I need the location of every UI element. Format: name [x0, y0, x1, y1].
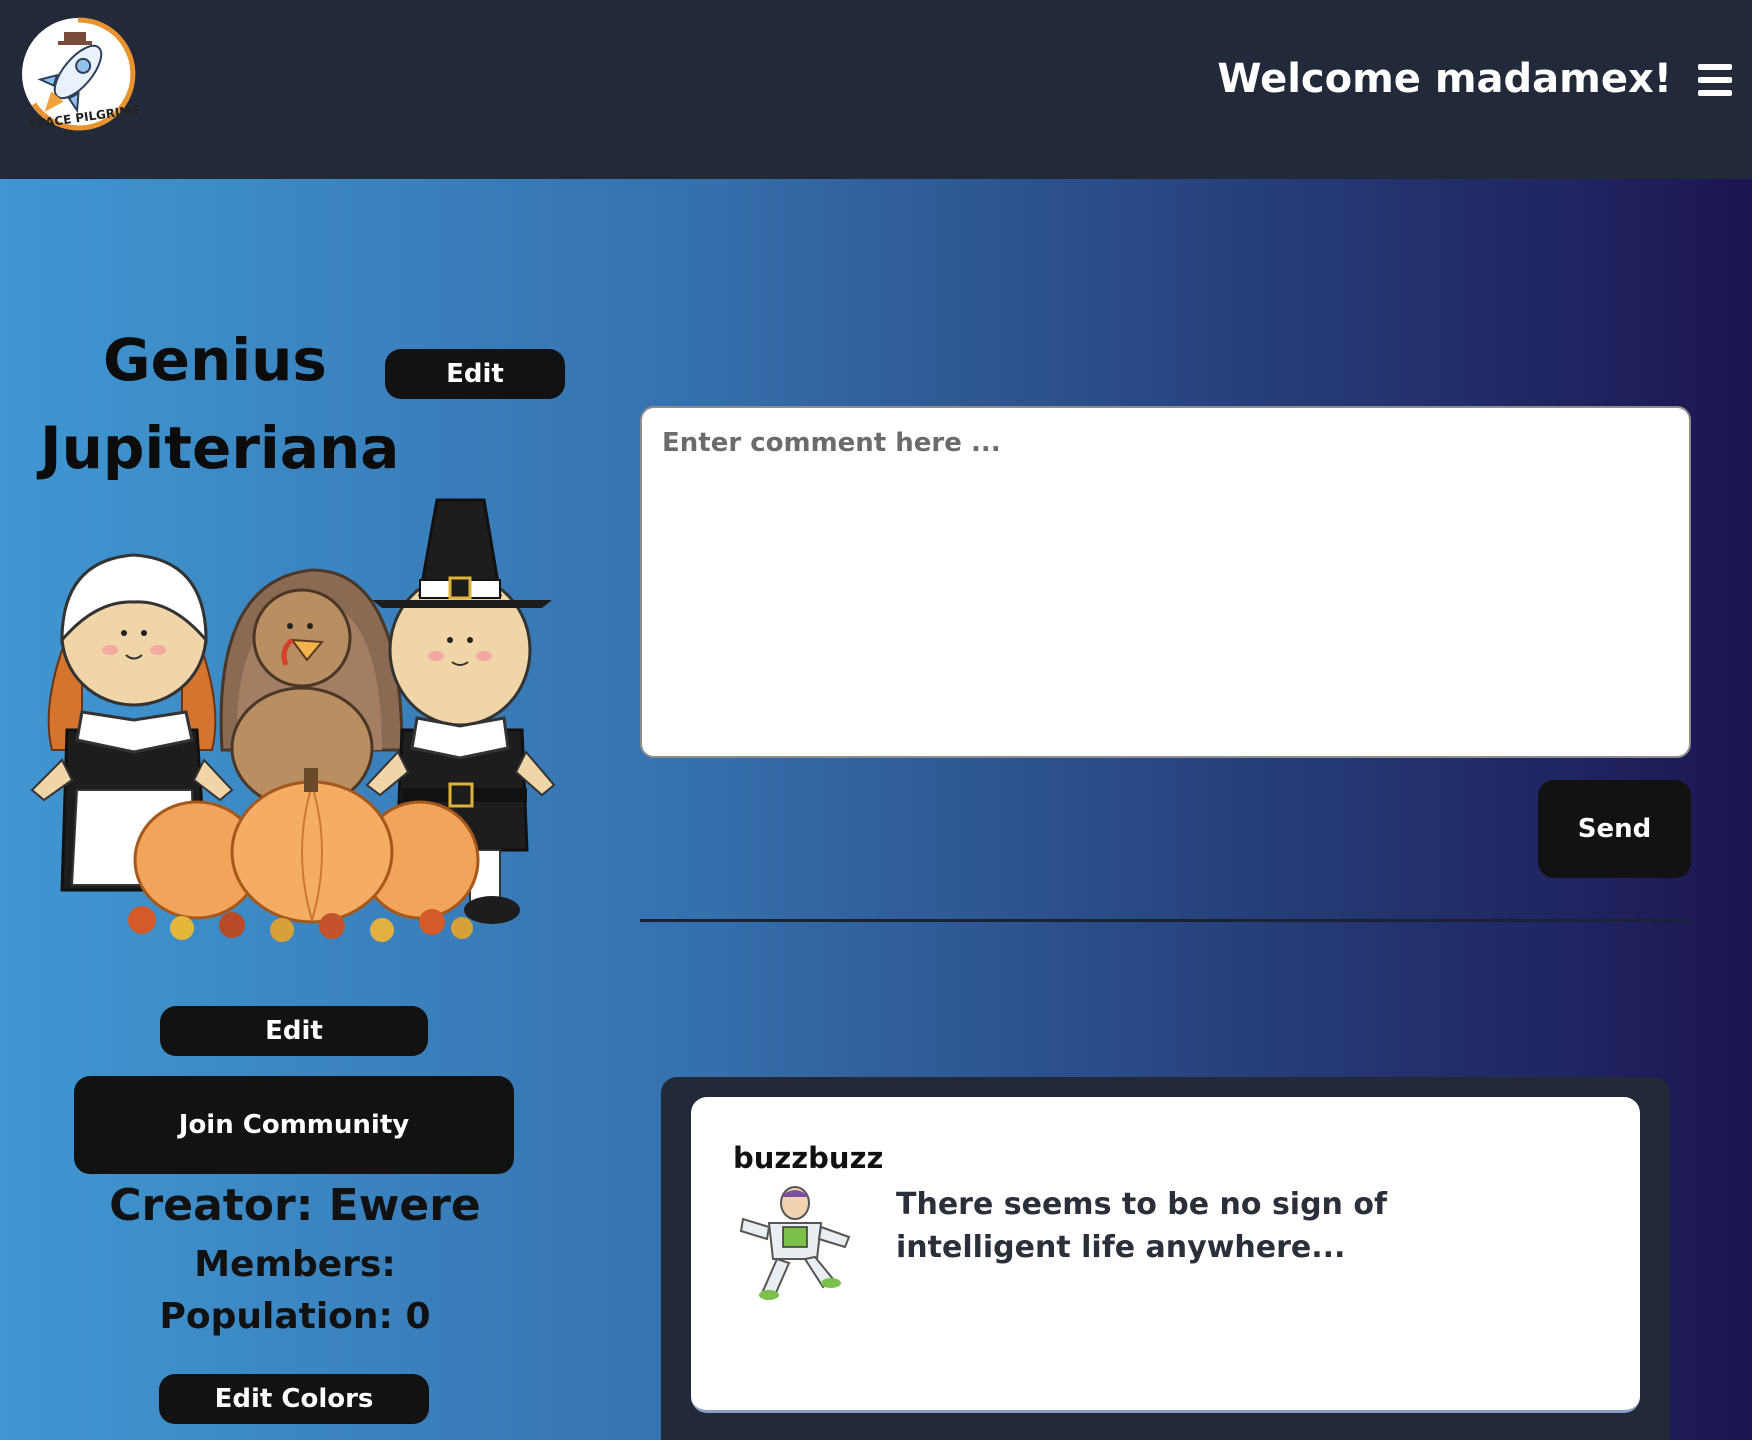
community-title-line2: Jupiteriana: [40, 414, 400, 482]
comment-input[interactable]: [640, 406, 1691, 758]
members-label: Members:: [194, 1244, 396, 1285]
comment-card: buzzbuzz There seems to be no sign of in…: [691, 1097, 1640, 1413]
edit-title-button[interactable]: Edit: [385, 349, 565, 399]
comment-username[interactable]: buzzbuzz: [733, 1141, 883, 1175]
population-label: Population: 0: [159, 1296, 431, 1337]
community-image: [30, 498, 556, 942]
top-header: SPACE PILGRIMS Welcome madamex!: [0, 0, 1752, 179]
user-avatar: [739, 1186, 851, 1300]
hamburger-menu-icon[interactable]: [1698, 64, 1732, 96]
send-button[interactable]: Send: [1538, 780, 1691, 878]
comment-feed: buzzbuzz There seems to be no sign of in…: [661, 1077, 1670, 1440]
creator-label: Creator: Ewere: [109, 1180, 481, 1231]
join-community-button[interactable]: Join Community: [74, 1076, 514, 1174]
edit-image-button[interactable]: Edit: [160, 1006, 428, 1056]
welcome-message: Welcome madamex!: [1217, 56, 1672, 102]
community-title-line1: Genius: [103, 326, 327, 394]
turkey-head: [252, 588, 352, 688]
space-pilgrims-logo[interactable]: SPACE PILGRIMS: [18, 14, 138, 134]
comment-text: There seems to be no sign of intelligent…: [896, 1187, 1388, 1265]
edit-colors-button[interactable]: Edit Colors: [159, 1374, 429, 1424]
section-divider: [640, 919, 1691, 922]
